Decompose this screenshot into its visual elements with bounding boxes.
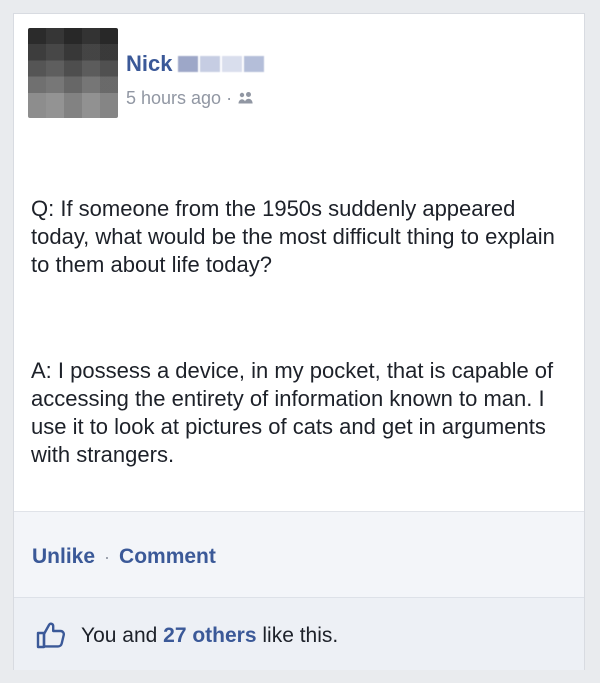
author-name-row: Nick xyxy=(126,50,265,78)
author-avatar[interactable] xyxy=(28,28,118,118)
friends-icon[interactable] xyxy=(237,91,255,105)
blurred-name-block-4 xyxy=(244,56,265,72)
likes-prefix: You and xyxy=(81,623,164,647)
likes-summary-row: You and 27 others like this. xyxy=(33,618,338,652)
facebook-post-card: Nick 5 hours ago · Q: If someone from th… xyxy=(13,13,585,670)
likes-suffix: like this. xyxy=(256,623,339,647)
actions-separator: · xyxy=(104,546,111,567)
thumbs-up-icon xyxy=(36,622,65,649)
likes-summary-bar: You and 27 others like this. xyxy=(14,597,584,670)
question-paragraph: Q: If someone from the 1950s suddenly ap… xyxy=(31,196,561,277)
author-name[interactable]: Nick xyxy=(126,53,172,75)
post-header: Nick 5 hours ago · xyxy=(28,28,568,120)
post-body: Q: If someone from the 1950s suddenly ap… xyxy=(31,139,566,525)
blurred-last-name xyxy=(178,56,265,72)
blurred-name-block-3 xyxy=(222,56,243,72)
meta-separator: · xyxy=(226,87,233,108)
post-actions-row: Unlike · Comment xyxy=(32,545,216,569)
post-actions-bar: Unlike · Comment xyxy=(14,511,584,598)
comment-button[interactable]: Comment xyxy=(119,545,216,569)
blurred-name-block-2 xyxy=(200,56,221,72)
unlike-button[interactable]: Unlike xyxy=(32,545,95,569)
likes-text: You and 27 others like this. xyxy=(81,625,338,646)
blurred-name-block-1 xyxy=(178,56,199,72)
likes-count-link[interactable]: 27 others xyxy=(163,624,256,647)
post-timestamp[interactable]: 5 hours ago xyxy=(126,88,221,109)
answer-paragraph: A: I possess a device, in my pocket, tha… xyxy=(31,358,560,467)
post-meta-row: 5 hours ago · xyxy=(126,86,255,110)
